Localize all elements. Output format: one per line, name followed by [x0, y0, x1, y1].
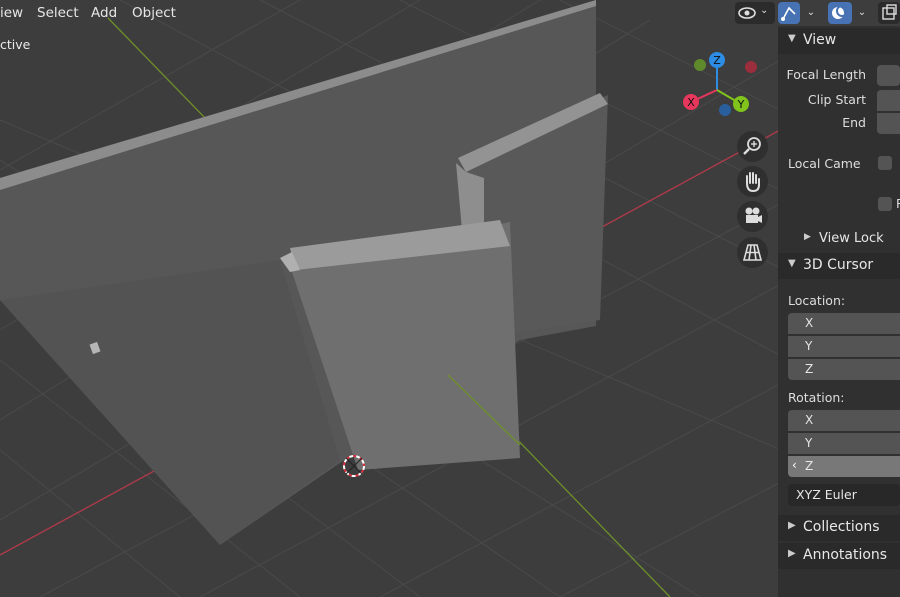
location-x-field[interactable]: X	[788, 313, 900, 334]
focal-length-field[interactable]	[877, 65, 900, 86]
visibility-dropdown[interactable]: ⌄	[735, 2, 775, 24]
gizmo-z-label: Z	[713, 54, 721, 67]
triangle-down-icon: ▼	[788, 33, 796, 44]
chevron-left-icon[interactable]: ‹	[792, 458, 797, 472]
menu-object[interactable]: Object	[128, 3, 180, 23]
triangle-right-icon: ▶	[804, 232, 811, 242]
collections-section-header[interactable]: ▶ Collections	[778, 515, 900, 541]
clip-end-field[interactable]	[877, 113, 900, 134]
camera-icon	[745, 207, 762, 223]
overlay-toggle[interactable]	[828, 2, 852, 24]
rotation-mode-dropdown[interactable]: XYZ Euler	[788, 484, 900, 506]
render-region-checkbox[interactable]	[878, 197, 892, 211]
eye-icon	[738, 7, 756, 19]
grid-icon	[742, 244, 763, 261]
xray-icon	[882, 4, 897, 20]
perspective-toggle-button[interactable]	[737, 237, 768, 268]
3d-cursor-section-title: 3D Cursor	[803, 257, 874, 273]
focal-length-label: Focal Length	[786, 67, 867, 82]
menu-add[interactable]: Add	[87, 3, 121, 23]
triangle-right-icon: ▶	[788, 520, 796, 531]
render-region-label: R	[896, 196, 900, 211]
rotation-y-field[interactable]: Y	[788, 433, 900, 454]
chevron-down-icon: ⌄	[760, 5, 769, 16]
camera-view-button[interactable]	[737, 201, 768, 232]
annotations-section-title: Annotations	[803, 547, 888, 563]
view-lock-subpanel[interactable]: View Lock	[819, 231, 884, 246]
local-camera-label: Local Came	[788, 156, 861, 171]
xray-toggle[interactable]	[878, 2, 900, 24]
rotation-x-field[interactable]: X	[788, 410, 900, 431]
gizmo-x-label: X	[687, 96, 695, 109]
zoom-icon	[743, 137, 761, 155]
zoom-button[interactable]	[737, 131, 768, 162]
view-section-title: View	[803, 32, 837, 48]
3d-cursor-section-header[interactable]: ▼ 3D Cursor	[778, 253, 900, 279]
clip-end-label: End	[842, 115, 866, 130]
location-y-field[interactable]: Y	[788, 336, 900, 357]
local-camera-checkbox[interactable]	[878, 156, 892, 170]
pan-button[interactable]	[737, 166, 768, 197]
overlay-icon	[832, 5, 848, 19]
triangle-right-icon: ▶	[788, 548, 796, 559]
rotation-z-field[interactable]: ‹ Z	[788, 456, 900, 477]
menu-view[interactable]: iew	[0, 3, 27, 23]
clip-start-label: Clip Start	[807, 92, 866, 107]
rotation-label: Rotation:	[788, 390, 845, 405]
viewport-mode-label: ctive	[0, 37, 31, 52]
chevron-down-icon[interactable]: ⌄	[802, 3, 820, 23]
location-label: Location:	[788, 293, 846, 308]
gizmo-y-label: Y	[737, 98, 745, 111]
clip-start-field[interactable]	[877, 90, 900, 111]
collections-section-title: Collections	[803, 519, 880, 535]
gizmo-toggle[interactable]	[778, 2, 800, 24]
location-z-field[interactable]: Z	[788, 359, 900, 380]
sidebar-panel: ▼ View Focal Length Clip Start End Local…	[778, 26, 900, 597]
triangle-down-icon: ▼	[788, 258, 796, 269]
view-section-header[interactable]: ▼ View	[778, 28, 900, 54]
hand-icon	[746, 172, 760, 193]
gizmo-arrows-icon	[781, 6, 796, 21]
annotations-section-header[interactable]: ▶ Annotations	[778, 543, 900, 569]
menu-select[interactable]: Select	[33, 3, 83, 23]
navigation-gizmo[interactable]: Z X Y	[680, 48, 780, 128]
chevron-down-icon[interactable]: ⌄	[853, 3, 871, 23]
